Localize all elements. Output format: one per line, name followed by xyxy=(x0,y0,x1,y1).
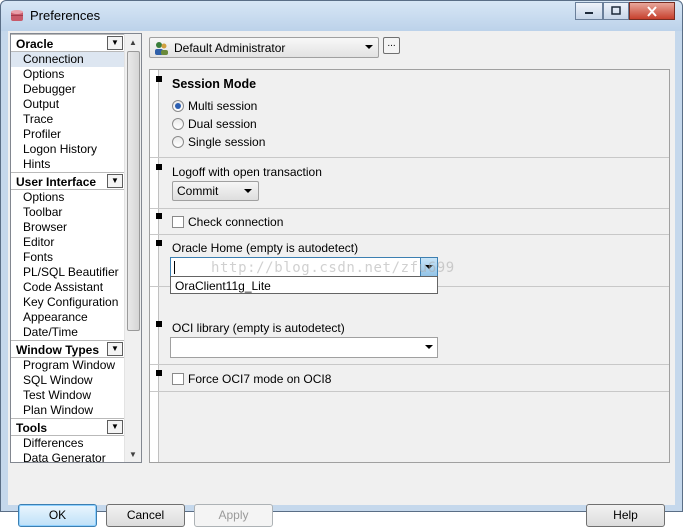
group-label: Window Types xyxy=(16,343,100,357)
oci-library-dropdown-button[interactable] xyxy=(421,338,437,357)
session-mode-section: Session Mode Multi session Dual session … xyxy=(150,70,669,158)
ok-button[interactable]: OK xyxy=(18,504,97,527)
section-bullet xyxy=(156,213,162,219)
group-tools[interactable]: Tools ▼ xyxy=(11,418,125,436)
multi-session-radio[interactable] xyxy=(172,100,184,112)
preferences-window: Preferences Oracle ▼ Connection Options … xyxy=(0,0,683,527)
chevron-down-icon xyxy=(425,345,433,349)
close-button[interactable] xyxy=(629,2,675,20)
tree-item-connection[interactable]: Connection xyxy=(11,52,125,67)
tree-item-browser[interactable]: Browser xyxy=(11,220,125,235)
tree-item-options[interactable]: Options xyxy=(11,67,125,82)
force-oci7-section: Force OCI7 mode on OCI8 xyxy=(150,365,669,392)
maximize-icon xyxy=(611,6,621,15)
minimize-button[interactable] xyxy=(575,2,603,20)
logoff-value: Commit xyxy=(177,184,219,198)
tree-item-data-generator[interactable]: Data Generator xyxy=(11,451,125,462)
tree-item-debugger[interactable]: Debugger xyxy=(11,82,125,97)
scrollbar-thumb[interactable] xyxy=(127,51,140,331)
minimize-icon xyxy=(585,12,593,14)
chevron-down-icon xyxy=(244,189,252,193)
section-bullet xyxy=(156,76,162,82)
maximize-button[interactable] xyxy=(603,2,629,20)
oracle-home-label: Oracle Home (empty is autodetect) xyxy=(172,241,359,255)
oracle-home-dropdown-list: OraClient11g_Lite xyxy=(170,276,438,294)
dual-session-label[interactable]: Dual session xyxy=(188,117,257,131)
tree-item-hints[interactable]: Hints xyxy=(11,157,125,172)
tree-item-profiler[interactable]: Profiler xyxy=(11,127,125,142)
tree-item-program-window[interactable]: Program Window xyxy=(11,358,125,373)
check-connection-label[interactable]: Check connection xyxy=(188,215,283,229)
oci-library-combo[interactable] xyxy=(170,337,438,358)
group-label: User Interface xyxy=(16,175,97,189)
group-oracle[interactable]: Oracle ▼ xyxy=(11,34,125,52)
tree-item-fonts[interactable]: Fonts xyxy=(11,250,125,265)
tree-item-date-time[interactable]: Date/Time xyxy=(11,325,125,340)
profile-more-button[interactable]: ... xyxy=(383,37,400,54)
chevron-down-icon xyxy=(365,45,373,49)
single-session-radio[interactable] xyxy=(172,136,184,148)
scroll-down-icon[interactable]: ▼ xyxy=(125,446,141,462)
tree-item-appearance[interactable]: Appearance xyxy=(11,310,125,325)
tree-item-editor[interactable]: Editor xyxy=(11,235,125,250)
scroll-up-icon[interactable]: ▲ xyxy=(125,34,141,50)
logoff-section: Logoff with open transaction Commit xyxy=(150,158,669,209)
tree-item-toolbar[interactable]: Toolbar xyxy=(11,205,125,220)
profile-value: Default Administrator xyxy=(174,41,286,55)
tree-item-plan-window[interactable]: Plan Window xyxy=(11,403,125,418)
oci-library-section: OCI library (empty is autodetect) xyxy=(150,287,669,365)
tree-item-differences[interactable]: Differences xyxy=(11,436,125,451)
single-session-label[interactable]: Single session xyxy=(188,135,265,149)
profile-select[interactable]: Default Administrator xyxy=(149,37,379,58)
window-title: Preferences xyxy=(30,8,101,23)
section-bullet xyxy=(156,240,162,246)
dropdown-option[interactable]: OraClient11g_Lite xyxy=(175,279,271,293)
tree-item-ui-options[interactable]: Options xyxy=(11,190,125,205)
logoff-label: Logoff with open transaction xyxy=(172,165,322,179)
chevron-down-icon[interactable]: ▼ xyxy=(107,420,123,434)
category-list: Oracle ▼ Connection Options Debugger Out… xyxy=(11,34,125,462)
text-caret xyxy=(174,261,175,274)
dual-session-radio[interactable] xyxy=(172,118,184,130)
chevron-down-icon[interactable]: ▼ xyxy=(107,36,123,50)
tree-item-trace[interactable]: Trace xyxy=(11,112,125,127)
section-bullet xyxy=(156,370,162,376)
check-connection-section: Check connection xyxy=(150,209,669,235)
section-bullet xyxy=(156,321,162,327)
group-window-types[interactable]: Window Types ▼ xyxy=(11,340,125,358)
tree-item-code-assistant[interactable]: Code Assistant xyxy=(11,280,125,295)
category-tree: Oracle ▼ Connection Options Debugger Out… xyxy=(10,33,142,463)
tree-scrollbar[interactable]: ▲ ▼ xyxy=(124,34,141,462)
logoff-select[interactable]: Commit xyxy=(172,181,259,201)
tree-item-output[interactable]: Output xyxy=(11,97,125,112)
session-mode-title: Session Mode xyxy=(172,77,257,91)
group-user-interface[interactable]: User Interface ▼ xyxy=(11,172,125,190)
tree-item-key-configuration[interactable]: Key Configuration xyxy=(11,295,125,310)
tree-item-test-window[interactable]: Test Window xyxy=(11,388,125,403)
watermark: http://blog.csdn.net/zfu699 xyxy=(211,260,455,276)
oci-library-label: OCI library (empty is autodetect) xyxy=(172,321,345,335)
tree-item-logon-history[interactable]: Logon History xyxy=(11,142,125,157)
chevron-down-icon[interactable]: ▼ xyxy=(107,342,123,356)
cancel-button[interactable]: Cancel xyxy=(106,504,185,527)
title-bar[interactable]: Preferences xyxy=(1,1,682,31)
users-icon xyxy=(155,42,168,55)
force-oci7-label[interactable]: Force OCI7 mode on OCI8 xyxy=(188,372,331,386)
app-icon xyxy=(11,10,23,21)
multi-session-label[interactable]: Multi session xyxy=(188,99,257,113)
apply-button[interactable]: Apply xyxy=(194,504,273,527)
group-label: Oracle xyxy=(16,37,54,51)
group-label: Tools xyxy=(16,421,48,435)
force-oci7-checkbox[interactable] xyxy=(172,373,184,385)
help-button[interactable]: Help xyxy=(586,504,665,527)
tree-item-plsql-beautifier[interactable]: PL/SQL Beautifier xyxy=(11,265,125,280)
close-icon xyxy=(647,5,657,17)
section-bullet xyxy=(156,164,162,170)
chevron-down-icon[interactable]: ▼ xyxy=(107,174,123,188)
tree-item-sql-window[interactable]: SQL Window xyxy=(11,373,125,388)
check-connection-checkbox[interactable] xyxy=(172,216,184,228)
